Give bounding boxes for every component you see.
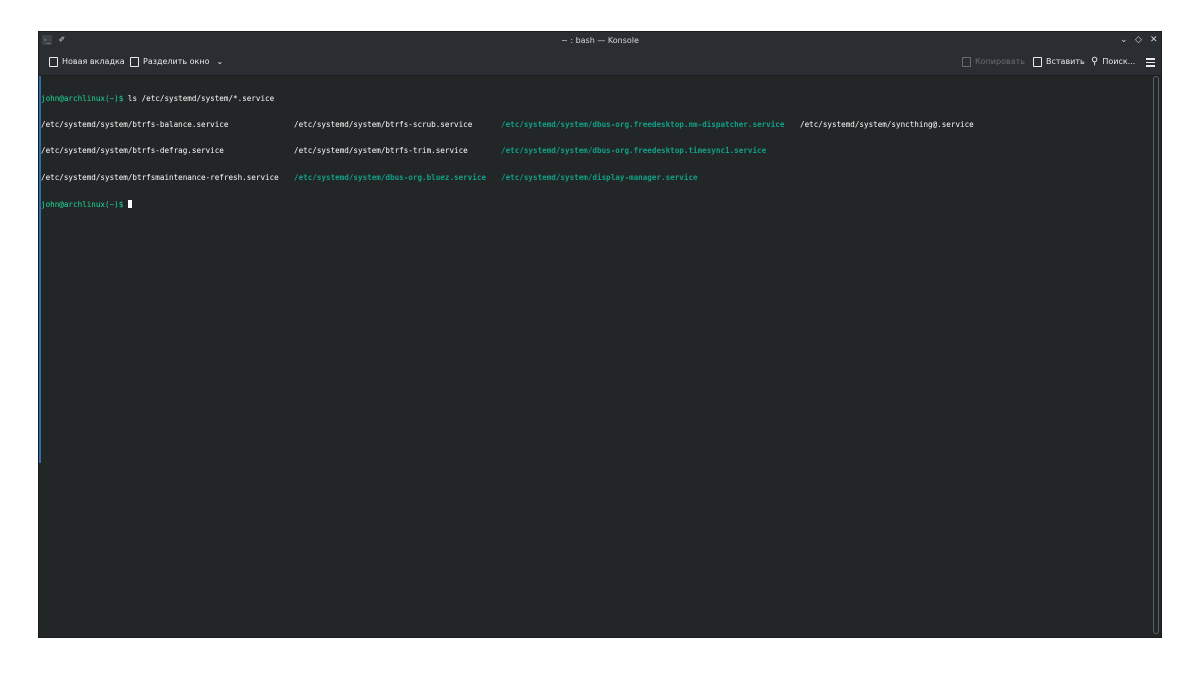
split-view-button[interactable]: Разделить окно ⌄: [130, 49, 223, 75]
window-title: ~ : bash — Konsole: [561, 36, 639, 45]
search-label: Поиск...: [1102, 57, 1136, 66]
copy-icon: [962, 57, 971, 67]
output-entry-symlink: /etc/systemd/system/dbus-org.bluez.servi…: [294, 172, 487, 182]
terminal-output[interactable]: john@archlinux(~)$ ls /etc/systemd/syste…: [39, 76, 1151, 637]
konsole-window: ›_ ✐ ~ : bash — Konsole ⌄ ◇ ✕ Новая вкла…: [38, 31, 1162, 638]
copy-button[interactable]: Копировать: [962, 49, 1025, 75]
command-line: john@archlinux(~)$ ls /etc/systemd/syste…: [41, 93, 1151, 104]
copy-label: Копировать: [975, 57, 1025, 66]
output-entry: /etc/systemd/system/btrfs-scrub.service: [294, 119, 473, 129]
command-text: ls /etc/systemd/system/*.service: [123, 93, 275, 103]
output-entry: /etc/systemd/system/btrfs-trim.service: [294, 146, 468, 156]
minimize-icon[interactable]: ⌄: [1120, 32, 1128, 49]
output-entry-symlink: /etc/systemd/system/display-manager.serv…: [501, 172, 698, 182]
output-entry-symlink: /etc/systemd/system/dbus-org.freedesktop…: [501, 146, 767, 156]
output-entry: /etc/systemd/system/btrfsmaintenance-ref…: [41, 172, 279, 182]
new-tab-label: Новая вкладка: [62, 57, 125, 66]
text-cursor: [127, 200, 132, 209]
prompt-line: john@archlinux(~)$: [41, 200, 1151, 209]
output-entry-symlink: /etc/systemd/system/dbus-org.freedesktop…: [501, 119, 785, 129]
new-tab-icon: [49, 57, 58, 67]
paste-label: Вставить: [1046, 57, 1085, 66]
title-bar[interactable]: ›_ ✐ ~ : bash — Konsole ⌄ ◇ ✕: [39, 32, 1161, 49]
shell-prompt: john@archlinux(~)$: [41, 200, 124, 210]
maximize-icon[interactable]: ◇: [1135, 32, 1142, 49]
output-entry: /etc/systemd/system/btrfs-balance.servic…: [41, 119, 229, 129]
output-entry: /etc/systemd/system/btrfs-defrag.service: [41, 146, 224, 156]
search-button[interactable]: ⚲ Поиск...: [1091, 49, 1135, 75]
close-icon[interactable]: ✕: [1150, 32, 1158, 49]
scrollbar[interactable]: [1153, 76, 1159, 634]
search-icon: ⚲: [1091, 56, 1099, 67]
hamburger-menu-icon[interactable]: [1146, 58, 1155, 69]
output-row: /etc/systemd/system/btrfsmaintenance-ref…: [41, 172, 1151, 183]
split-view-icon: [130, 57, 139, 67]
shell-prompt: john@archlinux(~)$: [41, 93, 124, 103]
output-row: /etc/systemd/system/btrfs-defrag.service…: [41, 147, 1151, 156]
split-view-label: Разделить окно: [143, 57, 210, 66]
toolbar: Новая вкладка Разделить окно ⌄ Копироват…: [39, 49, 1161, 76]
paste-icon: [1033, 57, 1042, 67]
paste-button[interactable]: Вставить: [1033, 49, 1085, 75]
chevron-down-icon: ⌄: [216, 57, 224, 66]
new-tab-button[interactable]: Новая вкладка: [49, 49, 125, 75]
output-entry: /etc/systemd/system/syncthing@.service: [800, 119, 974, 129]
output-row: /etc/systemd/system/btrfs-balance.servic…: [41, 119, 1151, 130]
